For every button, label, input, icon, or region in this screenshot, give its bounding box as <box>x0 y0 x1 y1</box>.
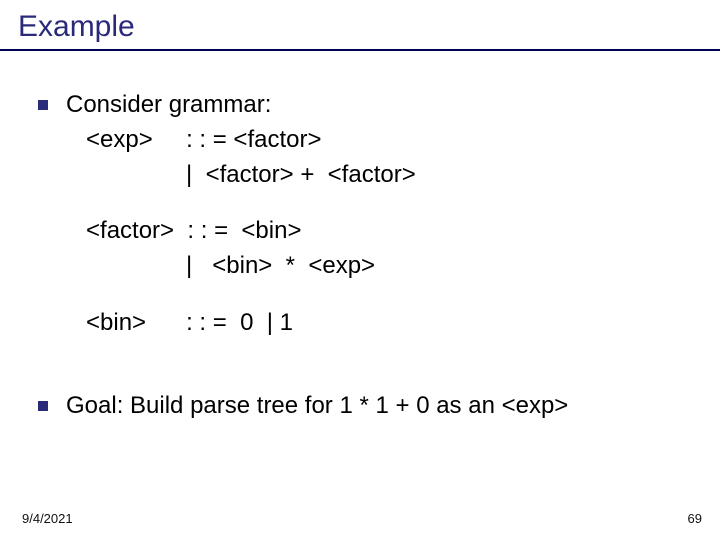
goal-line: Goal: Build parse tree for 1 * 1 + 0 as … <box>66 389 568 424</box>
square-bullet-icon <box>38 401 48 411</box>
grammar-exp-rule-1: <exp> : : = <factor> <box>66 123 416 158</box>
consider-grammar-line: Consider grammar: <box>66 88 416 123</box>
bullet-1-content: Consider grammar: <exp> : : = <factor> |… <box>66 88 416 341</box>
footer-page-number: 69 <box>688 511 702 526</box>
footer-date: 9/4/2021 <box>22 511 73 526</box>
title-underline <box>0 49 720 51</box>
grammar-exp-rule-2: | <factor> + <factor> <box>66 158 416 193</box>
square-bullet-icon <box>38 100 48 110</box>
bullet-item-2: Goal: Build parse tree for 1 * 1 + 0 as … <box>38 389 720 424</box>
grammar-bin-rule: <bin> : : = 0 | 1 <box>66 306 416 341</box>
grammar-factor-rule-2: | <bin> * <exp> <box>66 249 416 284</box>
slide-body: Consider grammar: <exp> : : = <factor> |… <box>38 88 720 424</box>
bullet-item-1: Consider grammar: <exp> : : = <factor> |… <box>38 88 720 341</box>
grammar-factor-rule-1: <factor> : : = <bin> <box>66 214 416 249</box>
slide-title: Example <box>18 10 135 44</box>
